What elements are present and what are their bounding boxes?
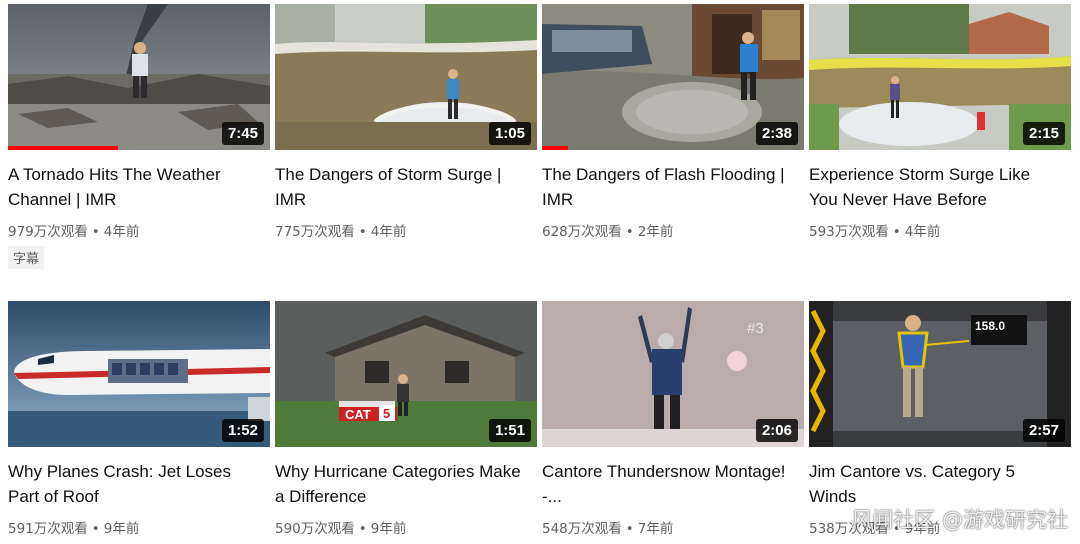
- meta-separator: •: [91, 224, 100, 240]
- upload-age: 9年前: [370, 521, 407, 537]
- captions-badge: 字幕: [8, 246, 45, 269]
- video-thumbnail[interactable]: 2:15: [809, 4, 1071, 150]
- video-title[interactable]: A Tornado Hits The Weather Channel | IMR: [8, 162, 258, 212]
- video-duration: 1:05: [488, 122, 531, 145]
- watch-progress-bar: [542, 146, 569, 150]
- cat-sign-number: 5: [383, 406, 390, 421]
- meta-separator: •: [892, 224, 901, 240]
- view-count: 775万次观看: [275, 224, 355, 240]
- video-card[interactable]: 158.0 2:57 Jim Cantore vs. Category 5 Wi…: [809, 301, 1071, 537]
- video-meta: 628万次观看 • 2年前: [542, 220, 804, 240]
- video-card[interactable]: 1:52 Why Planes Crash: Jet Loses Part of…: [8, 301, 270, 537]
- video-meta: 591万次观看 • 9年前: [8, 517, 270, 537]
- video-grid: 7:45 A Tornado Hits The Weather Channel …: [0, 0, 1080, 544]
- meta-separator: •: [625, 224, 634, 240]
- video-thumbnail[interactable]: 1:05: [275, 4, 537, 150]
- video-title[interactable]: The Dangers of Storm Surge | IMR: [275, 162, 525, 212]
- view-count: 591万次观看: [8, 521, 88, 537]
- video-title[interactable]: Why Hurricane Categories Make a Differen…: [275, 459, 525, 509]
- video-meta: 548万次观看 • 7年前: [542, 517, 804, 537]
- video-meta: 593万次观看 • 4年前: [809, 220, 1071, 240]
- video-meta: 775万次观看 • 4年前: [275, 220, 537, 240]
- meta-separator: •: [625, 521, 634, 537]
- upload-age: 2年前: [637, 224, 674, 240]
- video-title[interactable]: The Dangers of Flash Flooding | IMR: [542, 162, 792, 212]
- wind-speed-readout: 158.0: [975, 319, 1005, 333]
- video-title[interactable]: Jim Cantore vs. Category 5 Winds: [809, 459, 1059, 509]
- meta-separator: •: [91, 521, 100, 537]
- watch-progress-bar: [8, 146, 119, 150]
- view-count: 590万次观看: [275, 521, 355, 537]
- video-duration: 2:57: [1022, 419, 1065, 442]
- video-thumbnail[interactable]: CAT 5 1:51: [275, 301, 537, 447]
- video-thumbnail[interactable]: 7:45: [8, 4, 270, 150]
- video-duration: 7:45: [221, 122, 264, 145]
- view-count: 628万次观看: [542, 224, 622, 240]
- video-card[interactable]: 1:05 The Dangers of Storm Surge | IMR 77…: [275, 4, 537, 240]
- video-card[interactable]: 2:38 The Dangers of Flash Flooding | IMR…: [542, 4, 804, 240]
- view-count: 979万次观看: [8, 224, 88, 240]
- video-duration: 2:15: [1022, 122, 1065, 145]
- video-duration: 2:06: [755, 419, 798, 442]
- channel-number-overlay: #3: [747, 320, 764, 337]
- video-duration: 2:38: [755, 122, 798, 145]
- upload-age: 4年前: [904, 224, 941, 240]
- video-duration: 1:52: [221, 419, 264, 442]
- video-title[interactable]: Experience Storm Surge Like You Never Ha…: [809, 162, 1059, 212]
- upload-age: 4年前: [103, 224, 140, 240]
- upload-age: 4年前: [370, 224, 407, 240]
- video-meta: 590万次观看 • 9年前: [275, 517, 537, 537]
- view-count: 593万次观看: [809, 224, 889, 240]
- view-count: 548万次观看: [542, 521, 622, 537]
- video-meta: 979万次观看 • 4年前: [8, 220, 270, 240]
- video-card[interactable]: 2:15 Experience Storm Surge Like You Nev…: [809, 4, 1071, 240]
- video-thumbnail[interactable]: 2:38: [542, 4, 804, 150]
- video-thumbnail[interactable]: 1:52: [8, 301, 270, 447]
- video-card[interactable]: 7:45 A Tornado Hits The Weather Channel …: [8, 4, 270, 269]
- video-card[interactable]: #3 2:06 Cantore Thundersnow Montage! -..…: [542, 301, 804, 537]
- video-thumbnail[interactable]: 158.0 2:57: [809, 301, 1071, 447]
- upload-age: 9年前: [103, 521, 140, 537]
- video-card[interactable]: CAT 5 1:51 Why Hurricane Categories Make…: [275, 301, 537, 537]
- video-thumbnail[interactable]: #3 2:06: [542, 301, 804, 447]
- meta-separator: •: [358, 521, 367, 537]
- watermark: 风闻社区 @游戏研究社: [851, 508, 1068, 532]
- upload-age: 7年前: [637, 521, 674, 537]
- video-title[interactable]: Why Planes Crash: Jet Loses Part of Roof: [8, 459, 258, 509]
- meta-separator: •: [358, 224, 367, 240]
- cat-sign-label: CAT: [345, 407, 371, 422]
- video-duration: 1:51: [488, 419, 531, 442]
- video-title[interactable]: Cantore Thundersnow Montage! -...: [542, 459, 792, 509]
